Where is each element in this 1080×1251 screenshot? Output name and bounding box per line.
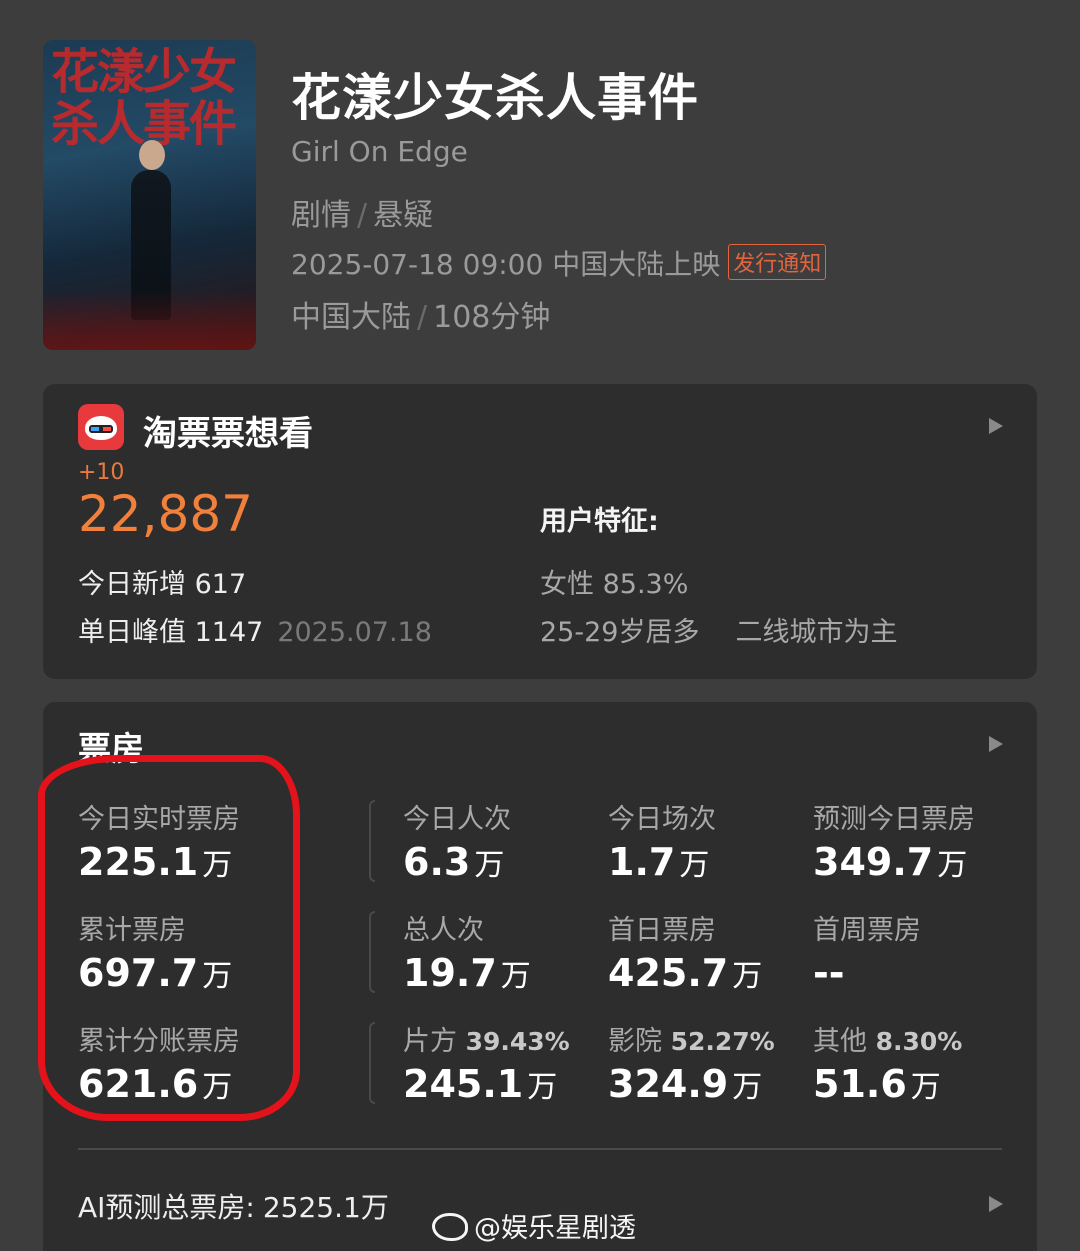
stat-number: 245.1 (403, 1062, 524, 1106)
stat-number: -- (813, 951, 845, 995)
peak-value: 1147 (194, 617, 264, 648)
want-to-see-title: 淘票票想看 (143, 414, 313, 454)
stat-number: 425.7 (608, 951, 729, 995)
movie-genres: 剧情 / 悬疑 (291, 190, 433, 234)
stat-divider (369, 1022, 375, 1104)
stat-label: 首日票房 (608, 915, 716, 946)
stat-total-admissions: 总人次 19.7 万 (403, 908, 531, 995)
stat-label: 总人次 (403, 915, 484, 946)
stat-value: 324.9 万 (608, 1062, 775, 1106)
stat-first-week: 首周票房 -- (813, 908, 921, 995)
movie-duration: 108分钟 (433, 300, 551, 335)
user-features-title: 用户特征: (540, 506, 659, 537)
stat-label: 预测今日票房 (813, 804, 975, 835)
poster-floor (43, 290, 256, 350)
movie-english-title: Girl On Edge (291, 135, 468, 168)
want-to-see-arrow-icon[interactable] (989, 418, 1003, 434)
stat-value: 19.7 万 (403, 951, 531, 995)
feature-female: 女性 85.3% (540, 569, 689, 600)
release-info: 2025-07-18 09:00 中国大陆上映 发行通知 (291, 243, 827, 283)
red-hand-drawn-highlight (38, 755, 300, 1121)
want-delta: +10 (78, 460, 125, 485)
section-divider (78, 1148, 1002, 1150)
feature-city: 二线城市为主 (735, 617, 898, 648)
stat-label: 今日场次 (608, 804, 716, 835)
daily-peak: 单日峰值 1147 2025.07.18 (78, 610, 432, 649)
stat-label-row: 其他 8.30% (813, 1019, 962, 1058)
stat-first-day: 首日票房 425.7 万 (608, 908, 762, 995)
today-new-label: 今日新增 (78, 569, 186, 600)
weibo-logo-icon (432, 1213, 468, 1241)
today-new: 今日新增 617 (78, 562, 246, 601)
stat-label: 其他 (813, 1026, 867, 1057)
region-duration: 中国大陆/108分钟 (291, 292, 550, 336)
stat-value: 245.1 万 (403, 1062, 570, 1106)
ai-forecast-arrow-icon[interactable] (989, 1196, 1003, 1212)
box-office-arrow-icon[interactable] (989, 736, 1003, 752)
stat-label: 今日人次 (403, 804, 511, 835)
want-to-see-card[interactable]: 淘票票想看 +10 22,887 今日新增 617 单日峰值 1147 2025.… (43, 384, 1037, 679)
genre-separator: / (357, 198, 368, 233)
release-date: 2025-07-18 09:00 中国大陆上映 (291, 248, 721, 281)
stat-today-admissions: 今日人次 6.3 万 (403, 797, 511, 884)
logo-3d-glasses (89, 425, 113, 433)
genre-1: 剧情 (291, 198, 351, 233)
stat-unit: 万 (910, 1070, 941, 1105)
stat-other-share: 其他 8.30% 51.6 万 (813, 1019, 962, 1106)
feature-age-city: 25-29岁居多 二线城市为主 (540, 610, 897, 649)
region-separator: / (417, 300, 428, 335)
movie-poster[interactable]: 花漾少女杀人事件 (43, 40, 256, 350)
ai-forecast-total[interactable]: AI预测总票房: 2525.1万 (78, 1186, 389, 1226)
today-new-value: 617 (194, 569, 247, 600)
stat-unit: 万 (732, 959, 763, 994)
release-notice-badge[interactable]: 发行通知 (728, 244, 827, 280)
stat-unit: 万 (474, 848, 505, 883)
poster-title: 花漾少女杀人事件 (51, 44, 237, 152)
stat-number: 6.3 (403, 840, 471, 884)
stat-value: -- (813, 951, 921, 995)
taopiaopiao-logo-icon (78, 404, 124, 450)
stat-percent: 8.30% (875, 1027, 963, 1056)
watermark-text: @娱乐星剧透 (474, 1213, 636, 1244)
stat-value: 51.6 万 (813, 1062, 962, 1106)
stat-unit: 万 (937, 848, 968, 883)
peak-label: 单日峰值 (78, 617, 186, 648)
stat-today-shows: 今日场次 1.7 万 (608, 797, 716, 884)
stat-percent: 39.43% (465, 1027, 570, 1056)
stat-unit: 万 (679, 848, 710, 883)
feature-age: 25-29岁居多 (540, 617, 700, 648)
stat-number: 19.7 (403, 951, 497, 995)
movie-title: 花漾少女杀人事件 (291, 69, 699, 127)
stat-value: 349.7 万 (813, 840, 975, 884)
stat-label: 影院 (608, 1026, 662, 1057)
stat-unit: 万 (527, 1070, 558, 1105)
ai-forecast-label: AI预测总票房: (78, 1191, 255, 1224)
ai-forecast-value: 2525.1万 (262, 1191, 389, 1224)
want-count: 22,887 (78, 485, 253, 543)
stat-value: 6.3 万 (403, 840, 511, 884)
stat-number: 324.9 (608, 1062, 729, 1106)
stat-divider (369, 800, 375, 882)
movie-region: 中国大陆 (291, 300, 411, 335)
stat-label: 片方 (403, 1026, 457, 1057)
stat-distributor-share: 片方 39.43% 245.1 万 (403, 1019, 570, 1106)
stat-value: 425.7 万 (608, 951, 762, 995)
stat-number: 349.7 (813, 840, 934, 884)
stat-percent: 52.27% (670, 1027, 775, 1056)
stat-label-row: 片方 39.43% (403, 1019, 570, 1058)
stat-label-row: 影院 52.27% (608, 1019, 775, 1058)
poster-figure-head (139, 140, 165, 170)
stat-label: 首周票房 (813, 915, 921, 946)
stat-cinema-share: 影院 52.27% 324.9 万 (608, 1019, 775, 1106)
stat-number: 1.7 (608, 840, 676, 884)
peak-date: 2025.07.18 (277, 617, 432, 648)
stat-forecast-today: 预测今日票房 349.7 万 (813, 797, 975, 884)
stat-value: 1.7 万 (608, 840, 716, 884)
weibo-watermark: @娱乐星剧透 (432, 1206, 636, 1245)
genre-2: 悬疑 (373, 198, 434, 233)
stat-number: 51.6 (813, 1062, 907, 1106)
stat-unit: 万 (732, 1070, 763, 1105)
stat-divider (369, 911, 375, 993)
stat-unit: 万 (500, 959, 531, 994)
